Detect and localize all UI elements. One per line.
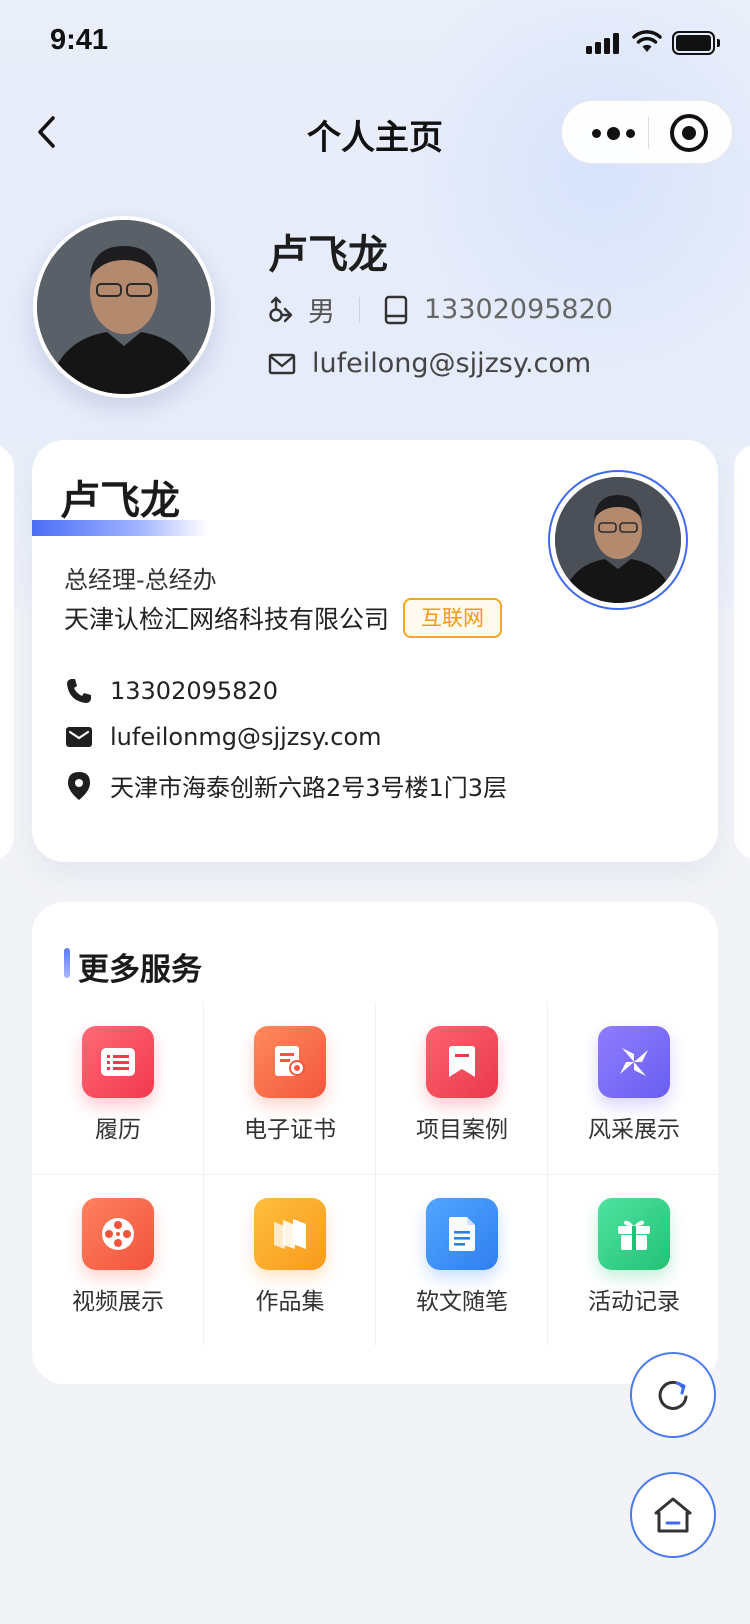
gender-icon — [269, 295, 293, 322]
more-options-button[interactable] — [586, 101, 640, 165]
profile-avatar[interactable] — [33, 216, 215, 398]
card-avatar — [548, 470, 688, 610]
film-reel-icon — [82, 1198, 154, 1270]
status-bar: 9:41 — [0, 0, 750, 88]
navigation-bar: 个人主页 — [0, 96, 750, 168]
location-pin-icon — [64, 771, 94, 801]
card-company: 天津认检汇网络科技有限公司 — [64, 605, 390, 634]
wifi-icon — [632, 28, 662, 54]
phone-icon — [64, 676, 94, 706]
card-name: 卢飞龙 — [60, 478, 180, 524]
service-project-case[interactable]: 项目案例 — [376, 1002, 548, 1174]
gift-icon — [598, 1198, 670, 1270]
service-showcase[interactable]: 风采展示 — [548, 1002, 720, 1174]
card-address-row[interactable]: 天津市海泰创新六路2号3号楼1门3层 — [64, 768, 507, 803]
profile-info-row: 男 13302095820 — [268, 290, 613, 329]
envelope-icon — [64, 722, 94, 752]
service-certificate[interactable]: 电子证书 — [204, 1002, 376, 1174]
card-job-title: 总经理-总经办 — [64, 566, 217, 594]
services-grid: 履历 电子证书 项目案例 风采展示 视频展示 作品集 软文随笔 活动记录 — [32, 1002, 718, 1346]
mobile-phone-icon — [384, 295, 408, 324]
certificate-icon — [254, 1026, 326, 1098]
portfolio-icon — [254, 1198, 326, 1270]
home-button[interactable] — [630, 1472, 716, 1558]
mail-icon — [268, 353, 296, 374]
business-card[interactable]: 卢飞龙 总经理-总经办 天津认检汇网络科技有限公司 互联网 1330209582… — [32, 440, 718, 862]
card-phone: 13302095820 — [110, 677, 278, 705]
service-article[interactable]: 软文随笔 — [376, 1174, 548, 1346]
service-label: 风采展示 — [588, 1117, 680, 1143]
service-label: 作品集 — [255, 1289, 325, 1315]
miniprogram-capsule — [561, 100, 733, 164]
service-label: 活动记录 — [588, 1289, 680, 1315]
home-icon — [654, 1497, 692, 1533]
info-separator — [359, 296, 360, 323]
status-time: 9:41 — [50, 24, 109, 56]
capsule-divider — [648, 117, 649, 149]
article-icon — [426, 1198, 498, 1270]
card-company-row: 天津认检汇网络科技有限公司 互联网 — [64, 598, 503, 638]
industry-badge: 互联网 — [403, 598, 503, 638]
services-title: 更多服务 — [64, 944, 202, 989]
service-resume[interactable]: 履历 — [32, 1002, 204, 1174]
close-miniprogram-button[interactable] — [670, 114, 708, 152]
next-card-peek[interactable] — [734, 444, 750, 860]
profile-phone[interactable]: 13302095820 — [424, 294, 613, 325]
resume-icon — [82, 1026, 154, 1098]
service-portfolio[interactable]: 作品集 — [204, 1174, 376, 1346]
service-label: 电子证书 — [244, 1117, 336, 1143]
profile-gender: 男 — [308, 297, 335, 328]
profile-email[interactable]: lufeilong@sjjzsy.com — [312, 348, 591, 379]
battery-icon — [672, 31, 720, 55]
profile-name: 卢飞龙 — [268, 232, 388, 278]
signal-icon — [586, 32, 622, 54]
service-label: 视频展示 — [72, 1289, 164, 1315]
profile-email-row: lufeilong@sjjzsy.com — [268, 348, 591, 379]
service-video[interactable]: 视频展示 — [32, 1174, 204, 1346]
service-label: 软文随笔 — [416, 1289, 508, 1315]
card-phone-row[interactable]: 13302095820 — [64, 676, 278, 706]
card-email: lufeilonmg@sjjzsy.com — [110, 723, 382, 751]
more-services-panel: 更多服务 履历 电子证书 项目案例 风采展示 视频展示 作品集 软文随笔 活动记… — [32, 902, 718, 1384]
service-label: 履历 — [95, 1117, 141, 1143]
previous-card-peek[interactable] — [0, 444, 14, 860]
project-case-icon — [426, 1026, 498, 1098]
pinwheel-icon — [598, 1026, 670, 1098]
share-button[interactable] — [630, 1352, 716, 1438]
card-address: 天津市海泰创新六路2号3号楼1门3层 — [110, 774, 508, 802]
service-label: 项目案例 — [416, 1117, 508, 1143]
share-icon — [658, 1380, 688, 1410]
card-email-row[interactable]: lufeilonmg@sjjzsy.com — [64, 722, 382, 752]
service-activity[interactable]: 活动记录 — [548, 1174, 720, 1346]
